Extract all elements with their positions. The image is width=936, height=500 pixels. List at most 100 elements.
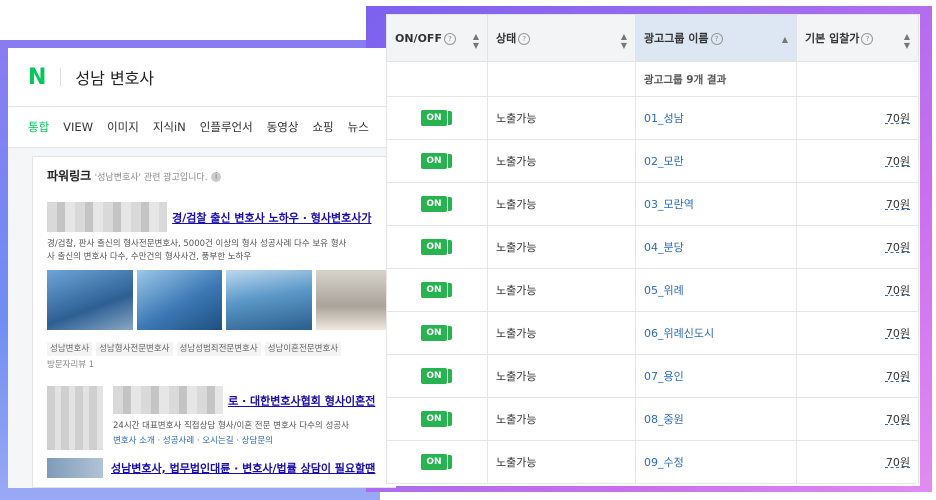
table-row: ON 노출가능 04_분당 70원 xyxy=(386,225,919,269)
ad-title-link[interactable]: 경/검찰 출신 변호사 노하우 · 형사변호사가 xyxy=(172,212,371,225)
powerlink-header: 파워링크 '성남변호사' 관련 광고입니다. i xyxy=(47,167,396,184)
tab-news[interactable]: 뉴스 xyxy=(348,119,369,135)
ad-description-line: 사 출신의 변호사 다수, 수만건의 형사사건, 풍부한 노하우 xyxy=(47,252,252,262)
table-cell xyxy=(796,61,919,97)
status-cell: 노출가능 xyxy=(487,268,636,312)
tab-influencer[interactable]: 인플루언서 xyxy=(200,119,253,135)
sort-icon[interactable]: ▲ ▼ xyxy=(904,32,910,50)
search-tabs: 통합 VIEW 이미지 지식iN 인플루언서 동영상 쇼핑 뉴스 xyxy=(8,107,396,148)
keyword-tag[interactable]: 성남성범죄전문변호사 xyxy=(176,342,261,356)
tab-view[interactable]: VIEW xyxy=(63,120,93,134)
tab-images[interactable]: 이미지 xyxy=(107,119,139,135)
help-icon[interactable]: ? xyxy=(443,32,456,45)
info-icon[interactable]: i xyxy=(211,172,222,182)
status-cell: 노출가능 xyxy=(487,440,636,484)
bid-cell: 70원 xyxy=(796,354,919,398)
bid-value[interactable]: 70원 xyxy=(886,413,910,426)
results-area: 파워링크 '성남변호사' 관련 광고입니다. i 경/검찰 출신 변호사 노하우… xyxy=(8,148,396,488)
bid-value[interactable]: 70원 xyxy=(886,284,910,297)
bid-value[interactable]: 70원 xyxy=(886,155,910,168)
group-name-link[interactable]: 03_모란역 xyxy=(635,182,797,226)
divider xyxy=(60,68,62,86)
sort-asc-icon[interactable]: ▲ xyxy=(782,35,788,44)
result-count: 광고그룹 9개 결과 xyxy=(635,61,797,97)
help-icon[interactable]: ? xyxy=(710,33,723,45)
column-header-group-name[interactable]: 광고그룹 이름? ▲ xyxy=(635,14,797,62)
ad-title-link[interactable]: 성남변호사, 법무법인대륜 · 변호사/법률 상담이 필요할땐 xyxy=(111,460,375,476)
ad-item: 로 · 대한변호사협회 형사이혼전 24시간 대표변호사 직접상담 형사/이혼 … xyxy=(47,386,396,450)
on-toggle[interactable]: ON xyxy=(421,153,452,169)
keyword-tag[interactable]: 성남이혼전문변호사 xyxy=(264,342,342,356)
help-icon[interactable]: ? xyxy=(518,33,531,45)
bid-cell: 70원 xyxy=(796,311,919,355)
table-row: ON 노출가능 05_위례 70원 xyxy=(386,268,919,312)
tab-shopping[interactable]: 쇼핑 xyxy=(312,119,333,135)
bid-cell: 70원 xyxy=(796,225,919,269)
tab-integrated[interactable]: 통합 xyxy=(28,119,49,135)
group-name-link[interactable]: 02_모란 xyxy=(635,139,797,183)
table-row: ON 노출가능 07_용인 70원 xyxy=(386,354,919,398)
group-name-link[interactable]: 05_위례 xyxy=(635,268,797,312)
bid-cell: 70원 xyxy=(796,397,919,441)
bid-value[interactable]: 70원 xyxy=(886,198,910,211)
column-header-status[interactable]: 상태? ▲ ▼ xyxy=(487,14,636,62)
powerlink-subtitle: '성남변호사' 관련 광고입니다. xyxy=(94,173,208,183)
column-label: ON/OFF xyxy=(395,31,442,45)
tab-knowledge[interactable]: 지식iN xyxy=(153,119,186,135)
blurred-logo xyxy=(113,386,223,414)
sort-icon[interactable]: ▲ ▼ xyxy=(621,32,627,50)
on-toggle[interactable]: ON xyxy=(421,411,452,427)
tab-video[interactable]: 동영상 xyxy=(267,119,299,135)
on-toggle[interactable]: ON xyxy=(421,325,452,341)
bid-value[interactable]: 70원 xyxy=(886,112,910,125)
ad-sublinks[interactable]: 변호사 소개 · 성공사례 · 오시는길 · 상담문의 xyxy=(113,435,375,448)
help-icon[interactable]: ? xyxy=(861,33,874,45)
building-image[interactable] xyxy=(226,270,312,330)
bid-cell: 70원 xyxy=(796,268,919,312)
status-cell: 노출가능 xyxy=(487,397,636,441)
powerlink-box: 파워링크 '성남변호사' 관련 광고입니다. i 경/검찰 출신 변호사 노하우… xyxy=(32,156,396,488)
sort-icon[interactable]: ▲ ▼ xyxy=(473,32,479,50)
on-toggle[interactable]: ON xyxy=(421,368,452,384)
on-toggle[interactable]: ON xyxy=(421,110,452,126)
bid-cell: 70원 xyxy=(796,182,919,226)
group-name-link[interactable]: 01_성남 xyxy=(635,96,797,140)
powerlink-title: 파워링크 xyxy=(47,169,92,183)
bid-cell: 70원 xyxy=(796,440,919,484)
ad-title-link[interactable]: 로 · 대한변호사협회 형사이혼전 xyxy=(228,395,375,408)
naver-logo[interactable]: N xyxy=(28,65,46,90)
status-cell: 노출가능 xyxy=(487,354,636,398)
table-row: ON 노출가능 01_성남 70원 xyxy=(386,96,919,140)
bid-value[interactable]: 70원 xyxy=(886,327,910,340)
status-cell: 노출가능 xyxy=(487,96,636,140)
summary-row: 광고그룹 9개 결과 xyxy=(386,61,919,97)
bid-value[interactable]: 70원 xyxy=(886,241,910,254)
keyword-tag[interactable]: 성남변호사 xyxy=(47,342,93,356)
search-header: N 성남 변호사 xyxy=(8,48,396,107)
search-query[interactable]: 성남 변호사 xyxy=(75,65,154,89)
column-header-bid[interactable]: 기본 입찰가? ▲ ▼ xyxy=(796,14,919,62)
on-toggle[interactable]: ON xyxy=(421,239,452,255)
bid-value[interactable]: 70원 xyxy=(886,456,910,469)
on-toggle[interactable]: ON xyxy=(421,454,452,470)
group-name-link[interactable]: 06_위례신도시 xyxy=(635,311,797,355)
group-name-link[interactable]: 09_수정 xyxy=(635,440,797,484)
on-toggle[interactable]: ON xyxy=(421,196,452,212)
group-name-link[interactable]: 04_분당 xyxy=(635,225,797,269)
status-cell: 노출가능 xyxy=(487,182,636,226)
column-header-onoff[interactable]: ON/OFF? ▲ ▼ xyxy=(386,14,488,62)
visitor-review[interactable]: 방문자리뷰 1 xyxy=(47,358,396,370)
office-image[interactable] xyxy=(315,270,396,330)
group-name-link[interactable]: 08_중원 xyxy=(635,397,797,441)
keyword-tag[interactable]: 성남형사전문변호사 xyxy=(96,342,173,356)
bid-cell: 70원 xyxy=(796,139,919,183)
on-toggle[interactable]: ON xyxy=(421,282,452,298)
group-name-link[interactable]: 07_용인 xyxy=(635,354,797,398)
building-image[interactable] xyxy=(136,270,222,330)
column-label: 광고그룹 이름 xyxy=(644,32,709,45)
status-cell: 노출가능 xyxy=(487,311,636,355)
status-cell: 노출가능 xyxy=(487,225,636,269)
table-row: ON 노출가능 03_모란역 70원 xyxy=(386,182,919,226)
building-image[interactable] xyxy=(47,270,133,330)
bid-value[interactable]: 70원 xyxy=(886,370,910,383)
